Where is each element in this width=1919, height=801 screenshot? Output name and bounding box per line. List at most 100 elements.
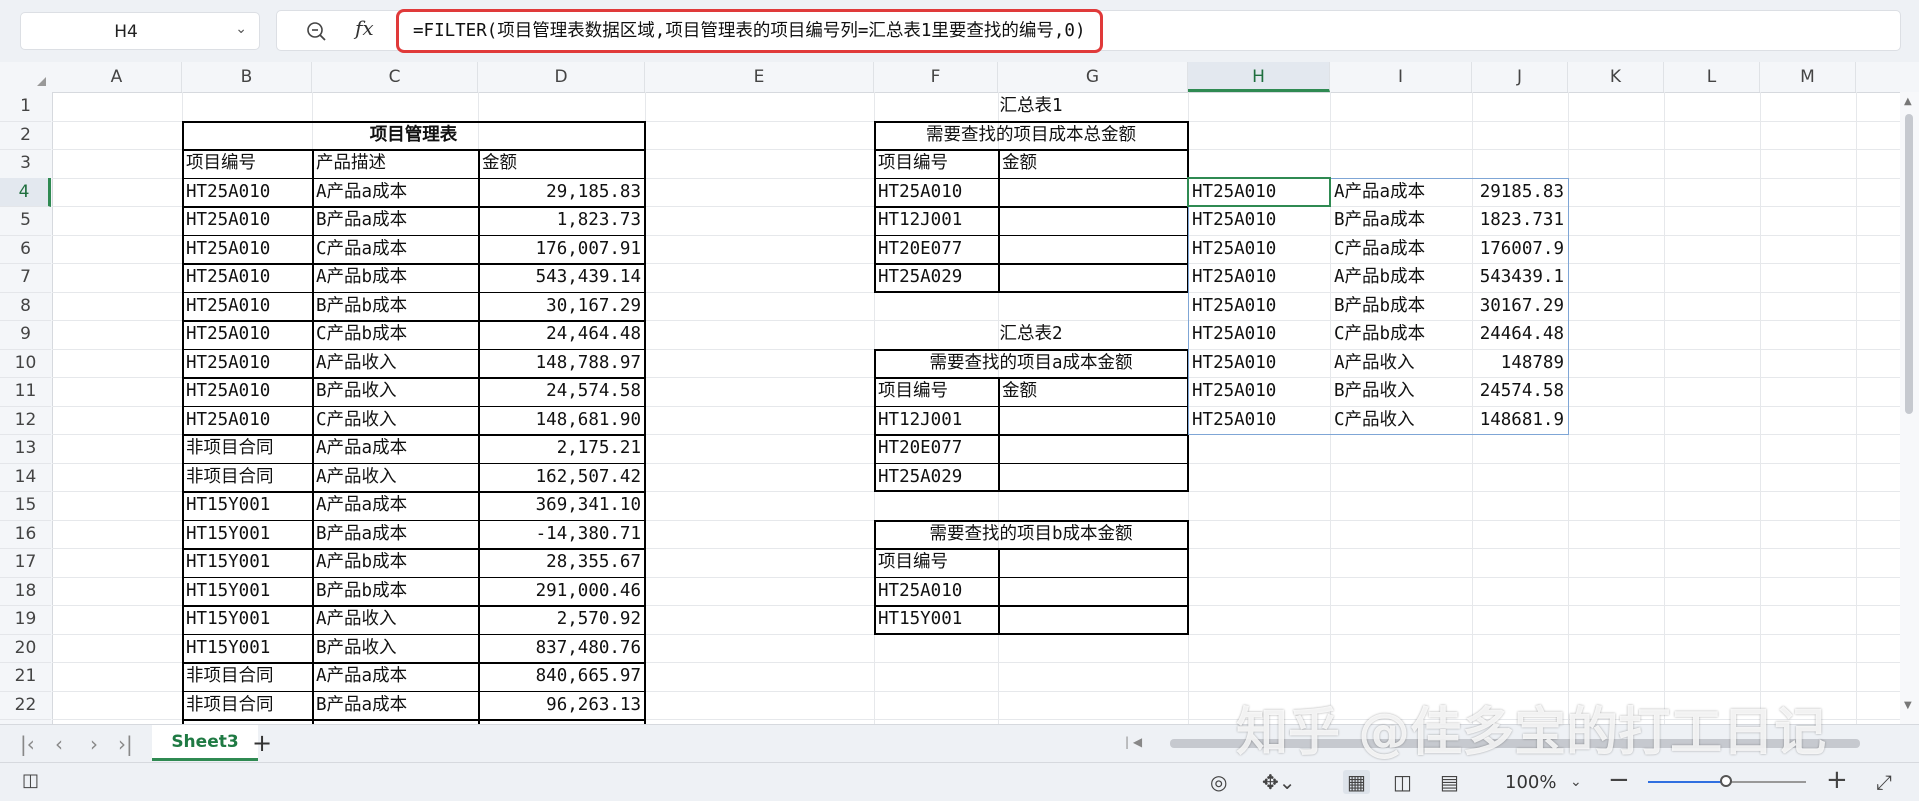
page-layout-icon[interactable]: ◫: [1393, 770, 1412, 794]
normal-view-icon[interactable]: ▦: [1343, 770, 1370, 794]
fullscreen-icon[interactable]: ⤢: [1876, 770, 1892, 794]
column-header-b[interactable]: B: [182, 62, 312, 92]
column-header-d[interactable]: D: [478, 62, 645, 92]
row-header-2[interactable]: 2: [0, 121, 51, 150]
eye-protection-icon[interactable]: ◎: [1210, 770, 1227, 794]
spill-range-border: [1188, 177, 1569, 435]
zoom-in-icon[interactable]: +: [1826, 765, 1848, 795]
table-border: [182, 377, 645, 379]
column-header-e[interactable]: E: [645, 62, 874, 92]
column-header-c[interactable]: C: [312, 62, 478, 92]
first-sheet-icon[interactable]: |‹: [20, 732, 35, 756]
table-border: [182, 149, 645, 151]
row-header-11[interactable]: 11: [0, 377, 51, 407]
view-focus-icon[interactable]: ✥⌄: [1262, 770, 1296, 794]
row-header-8[interactable]: 8: [0, 292, 51, 321]
column-headers: ABCDEFGHIJKLM: [0, 62, 1919, 93]
row-header-5[interactable]: 5: [0, 206, 51, 236]
table-border: [182, 491, 645, 493]
status-bar: ◫ ◎ ✥⌄ ▦ ◫ ▤ 100% ⌄ − + ⤢: [0, 762, 1919, 801]
zoom-slider[interactable]: [1648, 775, 1806, 787]
table-border: [182, 434, 645, 436]
cell-grid[interactable]: 项目管理表 项目编号 产品描述 金额 HT25A010 A产品a成本 29,185.83 HT…: [52, 92, 1900, 724]
row-header-4[interactable]: 4: [0, 177, 51, 207]
zoom-slider-knob[interactable]: [1720, 775, 1732, 787]
table-border: [312, 149, 314, 724]
add-sheet-icon[interactable]: +: [252, 729, 272, 757]
table-border: [182, 177, 645, 179]
table-border: [182, 519, 645, 521]
summary2-title[interactable]: 汇总表2: [874, 320, 1188, 349]
zoom-formula-icon[interactable]: [305, 20, 327, 42]
summary2-border: [874, 348, 1189, 492]
row-header-14[interactable]: 14: [0, 463, 51, 492]
row-headers: 1 2 3 4 5 6 7 8 9 10 11 12 13 14 15 16 17 18 19 20 21 22: [0, 92, 53, 724]
table-border: [182, 605, 645, 607]
formula-bar: H4 ⌄ fx =FILTER(项目管理表数据区域,项目管理表的项目编号列=汇总…: [0, 0, 1919, 62]
row-header-15[interactable]: 15: [0, 491, 51, 521]
table-border: [182, 576, 645, 578]
table-border: [874, 263, 1188, 265]
column-header-f[interactable]: F: [874, 62, 998, 92]
fx-icon[interactable]: fx: [355, 16, 374, 40]
column-header-a[interactable]: A: [52, 62, 182, 92]
page-break-icon[interactable]: ▤: [1440, 770, 1459, 794]
row-header-10[interactable]: 10: [0, 349, 51, 378]
row-header-9[interactable]: 9: [0, 320, 51, 350]
row-header-22[interactable]: 22: [0, 691, 51, 720]
column-header-g[interactable]: G: [998, 62, 1188, 92]
macro-record-icon[interactable]: ◫: [22, 770, 39, 791]
table-border: [182, 662, 645, 664]
tab-sheet3[interactable]: Sheet3: [152, 725, 258, 761]
table-border: [182, 320, 645, 322]
vertical-scrollbar[interactable]: ▲ ▼: [1900, 92, 1919, 724]
scroll-left-icon[interactable]: | ◀: [1125, 735, 1142, 749]
formula-input[interactable]: =FILTER(项目管理表数据区域,项目管理表的项目编号列=汇总表1里要查找的编…: [396, 9, 1103, 53]
zoom-out-icon[interactable]: −: [1608, 765, 1630, 795]
row-header-19[interactable]: 19: [0, 605, 51, 635]
row-header-13[interactable]: 13: [0, 434, 51, 464]
last-sheet-icon[interactable]: ›|: [118, 732, 133, 756]
column-header-h[interactable]: H: [1188, 62, 1330, 92]
table-border: [998, 548, 1000, 634]
summary1-title[interactable]: 汇总表1: [874, 92, 1188, 121]
name-box-value: H4: [114, 22, 138, 42]
column-header-i[interactable]: I: [1330, 62, 1472, 92]
scroll-up-icon[interactable]: ▲: [1904, 96, 1912, 107]
next-sheet-icon[interactable]: ›: [90, 732, 98, 756]
row-header-3[interactable]: 3: [0, 149, 51, 179]
table-border: [182, 462, 645, 464]
table-border: [874, 462, 1188, 464]
prev-sheet-icon[interactable]: ‹: [55, 732, 63, 756]
name-box[interactable]: H4 ⌄: [20, 12, 260, 50]
table-border: [182, 405, 645, 407]
chevron-down-icon[interactable]: ⌄: [235, 21, 247, 37]
column-header-k[interactable]: K: [1568, 62, 1664, 92]
table-border: [182, 719, 645, 721]
row-header-7[interactable]: 7: [0, 263, 51, 293]
row-header-1[interactable]: 1: [0, 92, 51, 122]
column-header-m[interactable]: M: [1760, 62, 1856, 92]
table-border: [182, 548, 645, 550]
table-border: [998, 377, 1000, 491]
table-border: [182, 234, 645, 236]
zoom-dropdown-icon[interactable]: ⌄: [1570, 774, 1582, 790]
zoom-level[interactable]: 100%: [1505, 772, 1556, 793]
column-header-j[interactable]: J: [1472, 62, 1568, 92]
row-header-21[interactable]: 21: [0, 662, 51, 692]
row-header-17[interactable]: 17: [0, 548, 51, 578]
active-cell-h4[interactable]: [1187, 176, 1331, 207]
row-header-20[interactable]: 20: [0, 634, 51, 663]
table-border: [874, 177, 1188, 179]
scroll-down-icon[interactable]: ▼: [1904, 700, 1912, 711]
gridline-vertical: [1856, 92, 1857, 724]
table-border: [874, 149, 1188, 151]
row-header-12[interactable]: 12: [0, 406, 51, 435]
column-header-l[interactable]: L: [1664, 62, 1760, 92]
row-header-6[interactable]: 6: [0, 235, 51, 264]
row-header-16[interactable]: 16: [0, 520, 51, 549]
gridline-vertical: [1760, 92, 1761, 724]
select-all-corner[interactable]: [0, 62, 52, 92]
vertical-scroll-thumb[interactable]: [1905, 114, 1913, 414]
row-header-18[interactable]: 18: [0, 577, 51, 606]
